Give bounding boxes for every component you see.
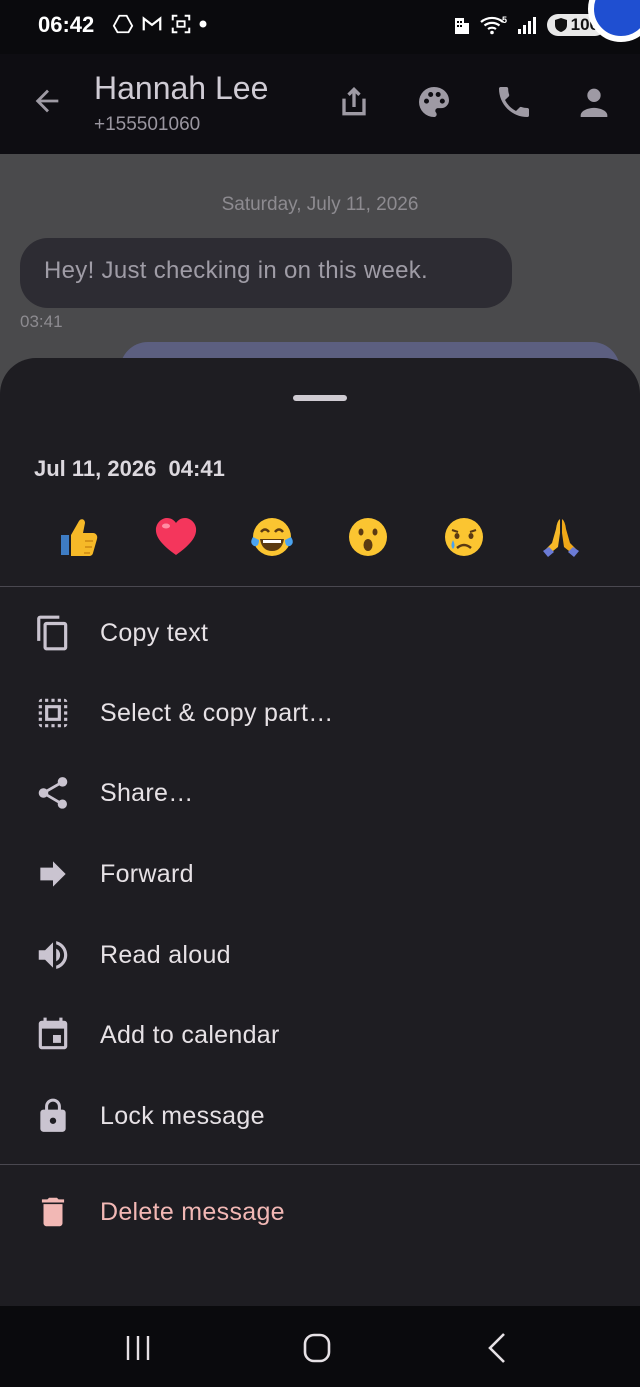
menu-select-copy-part-label: Select & copy part… — [100, 699, 334, 727]
drive-icon — [112, 14, 134, 34]
reaction-crying[interactable] — [440, 513, 488, 561]
speaker-icon — [38, 941, 68, 969]
system-navigation-bar — [0, 1306, 640, 1387]
trash-icon — [41, 1197, 65, 1227]
contact-phone: +155501060 — [94, 114, 201, 135]
menu-copy-text-label: Copy text — [100, 619, 209, 647]
select-all-icon — [38, 698, 68, 728]
incoming-message-bubble[interactable]: Hey! Just checking in on this week. — [20, 238, 512, 308]
back-nav-icon[interactable] — [478, 1330, 518, 1366]
reaction-row — [0, 513, 640, 563]
contact-name[interactable]: Hannah Lee — [94, 70, 268, 107]
menu-lock-message[interactable]: Lock message — [0, 1077, 640, 1157]
share-icon — [38, 777, 68, 809]
reaction-surprised[interactable] — [344, 513, 392, 561]
menu-copy-text[interactable]: Copy text — [0, 594, 640, 674]
contact-person-icon[interactable] — [574, 82, 614, 122]
reaction-thumbs-up[interactable] — [55, 513, 103, 561]
back-arrow-icon[interactable] — [30, 84, 64, 118]
date-separator: Saturday, July 11, 2026 — [221, 194, 419, 215]
shield-icon — [554, 18, 567, 32]
menu-forward-label: Forward — [100, 860, 194, 888]
lock-icon — [40, 1098, 66, 1132]
dot-icon — [199, 20, 207, 28]
system-icons: 5 100 — [453, 14, 606, 36]
delete-divider — [0, 1164, 640, 1165]
calendar-icon — [38, 1017, 68, 1050]
menu-delete-message[interactable]: Delete message — [0, 1173, 640, 1253]
reaction-tears-of-joy[interactable] — [248, 513, 296, 561]
drag-handle[interactable] — [293, 395, 347, 401]
menu-share-label: Share… — [100, 779, 194, 807]
message-actions-sheet: Jul 11, 2026 04:41 Copy text Select & co… — [0, 358, 640, 1306]
menu-delete-message-label: Delete message — [100, 1198, 285, 1226]
menu-read-aloud-label: Read aloud — [100, 941, 231, 969]
notification-icons — [112, 13, 208, 35]
forward-arrow-icon — [40, 861, 66, 887]
message-datetime: Jul 11, 2026 04:41 — [34, 456, 225, 481]
palette-icon[interactable] — [414, 82, 454, 122]
phone-call-icon[interactable] — [494, 82, 534, 122]
screenshot-icon — [171, 14, 191, 34]
home-icon[interactable] — [297, 1330, 337, 1366]
menu-lock-message-label: Lock message — [100, 1102, 265, 1130]
menu-add-to-calendar[interactable]: Add to calendar — [0, 996, 640, 1076]
menu-add-to-calendar-label: Add to calendar — [100, 1021, 280, 1049]
conversation-header: Hannah Lee +155501060 — [0, 54, 640, 154]
menu-read-aloud[interactable]: Read aloud — [0, 916, 640, 996]
gmail-icon — [142, 16, 162, 31]
signal-icon — [517, 17, 536, 34]
menu-select-copy-part[interactable]: Select & copy part… — [0, 674, 640, 754]
export-icon[interactable] — [334, 82, 374, 122]
status-bar: 06:42 5 100 — [0, 0, 640, 54]
menu-forward[interactable]: Forward — [0, 835, 640, 915]
recent-apps-icon[interactable] — [118, 1330, 158, 1366]
reactions-divider — [0, 586, 640, 587]
incoming-message-time: 03:41 — [20, 312, 63, 331]
reaction-folded-hands[interactable] — [537, 513, 585, 561]
building-icon — [454, 18, 469, 34]
svg-text:5: 5 — [502, 15, 507, 25]
status-time: 06:42 — [38, 12, 95, 37]
reaction-heart[interactable] — [152, 513, 200, 561]
copy-icon — [37, 615, 68, 651]
menu-share[interactable]: Share… — [0, 754, 640, 834]
wifi-icon: 5 — [479, 15, 507, 35]
